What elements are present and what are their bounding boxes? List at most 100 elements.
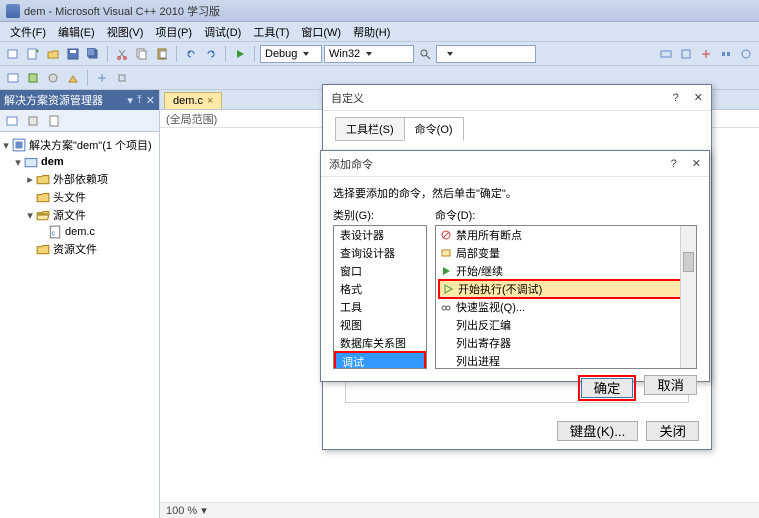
tree-project[interactable]: ▾ dem — [0, 154, 159, 170]
tab-demc[interactable]: dem.c × — [164, 92, 222, 109]
sec-icon-1[interactable] — [4, 69, 22, 87]
window-title-bar: dem - Microsoft Visual C++ 2010 学习版 — [0, 0, 759, 22]
menu-window[interactable]: 窗口(W) — [295, 22, 347, 41]
tab-toolbars[interactable]: 工具栏(S) — [335, 117, 405, 141]
customize-title-bar: 自定义 ? ✕ — [323, 85, 711, 111]
commands-listbox[interactable]: 禁用所有断点局部变量开始/继续开始执行(不调试)快速监视(Q)...列出反汇编列… — [435, 225, 697, 369]
command-item[interactable]: 开始执行(不调试) — [438, 279, 694, 299]
panel-toolbar — [0, 110, 159, 132]
open-icon[interactable] — [44, 45, 62, 63]
play-o-icon — [442, 283, 454, 295]
menu-debug[interactable]: 调试(D) — [198, 22, 247, 41]
tree-headers[interactable]: ▸ 头文件 — [0, 188, 159, 206]
help-icon[interactable]: ? — [673, 92, 679, 104]
tool-icon-4[interactable] — [717, 45, 735, 63]
tool-icon-2[interactable] — [677, 45, 695, 63]
svg-text:c: c — [52, 231, 56, 238]
platform-value: Win32 — [329, 48, 360, 60]
solution-icon — [12, 138, 26, 152]
help-icon[interactable]: ? — [671, 158, 677, 170]
sec-icon-4[interactable] — [64, 69, 82, 87]
category-item[interactable]: 查询设计器 — [334, 244, 426, 262]
find-icon[interactable] — [416, 45, 434, 63]
tree-external[interactable]: ▸ 外部依赖项 — [0, 170, 159, 188]
panel-pin-icon[interactable]: ⤒ — [137, 94, 142, 107]
category-item[interactable]: 工具 — [334, 298, 426, 316]
undo-icon[interactable] — [182, 45, 200, 63]
command-label: 列出寄存器 — [456, 335, 511, 351]
customize-tabs: 工具栏(S) 命令(O) — [323, 111, 711, 141]
command-item[interactable]: 禁用所有断点 — [436, 226, 696, 244]
menu-help[interactable]: 帮助(H) — [347, 22, 396, 41]
menu-project[interactable]: 项目(P) — [149, 22, 198, 41]
command-item[interactable]: 列出寄存器 — [436, 334, 696, 352]
scrollbar[interactable] — [680, 226, 696, 368]
command-label: 列出进程 — [456, 353, 500, 369]
categories-listbox[interactable]: 表设计器查询设计器窗口格式工具视图数据库关系图调试文件项目资源 — [333, 225, 427, 369]
separator — [107, 46, 108, 62]
ok-button[interactable]: 确定 — [581, 378, 634, 398]
find-box[interactable] — [436, 45, 536, 63]
start-debug-icon[interactable] — [231, 45, 249, 63]
redo-icon[interactable] — [202, 45, 220, 63]
menu-file[interactable]: 文件(F) — [4, 22, 52, 41]
category-item[interactable]: 视图 — [334, 316, 426, 334]
blank-icon — [440, 319, 452, 331]
tab-commands[interactable]: 命令(O) — [404, 117, 464, 141]
command-label: 列出反汇编 — [456, 317, 511, 333]
tool-icon-5[interactable] — [737, 45, 755, 63]
command-item[interactable]: 开始/继续 — [436, 262, 696, 280]
category-item[interactable]: 格式 — [334, 280, 426, 298]
panel-tool-icon-2[interactable] — [24, 112, 42, 130]
keyboard-button[interactable]: 键盘(K)... — [557, 421, 639, 441]
command-item[interactable]: 列出进程 — [436, 352, 696, 369]
panel-tool-icon-1[interactable] — [3, 112, 21, 130]
copy-icon[interactable] — [133, 45, 151, 63]
cut-icon[interactable] — [113, 45, 131, 63]
cancel-button[interactable]: 取消 — [644, 375, 697, 395]
command-item[interactable]: 快速监视(Q)... — [436, 298, 696, 316]
close-icon[interactable]: ✕ — [692, 158, 701, 170]
menu-tools[interactable]: 工具(T) — [247, 22, 295, 41]
category-item[interactable]: 表设计器 — [334, 226, 426, 244]
platform-dropdown[interactable]: Win32 — [324, 45, 414, 63]
add-cmd-instruction: 选择要添加的命令，然后单击"确定"。 — [333, 185, 697, 201]
tool-icon-1[interactable] — [657, 45, 675, 63]
tree-file-demc[interactable]: ▸ c dem.c — [0, 224, 159, 240]
tree-resources[interactable]: ▸ 资源文件 — [0, 240, 159, 258]
sec-icon-5[interactable] — [93, 69, 111, 87]
category-item[interactable]: 数据库关系图 — [334, 334, 426, 352]
paste-icon[interactable] — [153, 45, 171, 63]
box-icon — [440, 247, 452, 259]
zoom-label[interactable]: 100 % — [166, 505, 197, 517]
command-item[interactable]: 列出反汇编 — [436, 316, 696, 334]
save-icon[interactable] — [64, 45, 82, 63]
tree-sources[interactable]: ▾ 源文件 — [0, 206, 159, 224]
save-all-icon[interactable] — [84, 45, 102, 63]
command-label: 局部变量 — [456, 245, 500, 261]
tool-icon-3[interactable] — [697, 45, 715, 63]
panel-dropdown-icon[interactable]: ▾ — [127, 94, 133, 107]
panel-tool-icon-3[interactable] — [45, 112, 63, 130]
external-label: 外部依赖项 — [53, 171, 108, 187]
tab-close-icon[interactable]: × — [207, 95, 213, 107]
sec-icon-2[interactable] — [24, 69, 42, 87]
ok-button-highlight: 确定 — [578, 375, 637, 401]
new-project-icon[interactable] — [4, 45, 22, 63]
panel-close-icon[interactable]: ✕ — [146, 94, 155, 107]
menu-view[interactable]: 视图(V) — [101, 22, 150, 41]
category-item[interactable]: 窗口 — [334, 262, 426, 280]
menu-edit[interactable]: 编辑(E) — [52, 22, 101, 41]
tree-solution[interactable]: ▾ 解决方案"dem"(1 个项目) — [0, 136, 159, 154]
zoom-caret-icon[interactable]: ▾ — [201, 504, 207, 517]
blank-icon — [440, 337, 452, 349]
add-item-icon[interactable] — [24, 45, 42, 63]
sec-icon-3[interactable] — [44, 69, 62, 87]
config-dropdown[interactable]: Debug — [260, 45, 322, 63]
scroll-thumb[interactable] — [683, 252, 694, 272]
category-item[interactable]: 调试 — [336, 353, 424, 369]
close-button[interactable]: 关闭 — [646, 421, 699, 441]
close-icon[interactable]: ✕ — [694, 92, 703, 104]
sec-icon-6[interactable] — [113, 69, 131, 87]
command-item[interactable]: 局部变量 — [436, 244, 696, 262]
